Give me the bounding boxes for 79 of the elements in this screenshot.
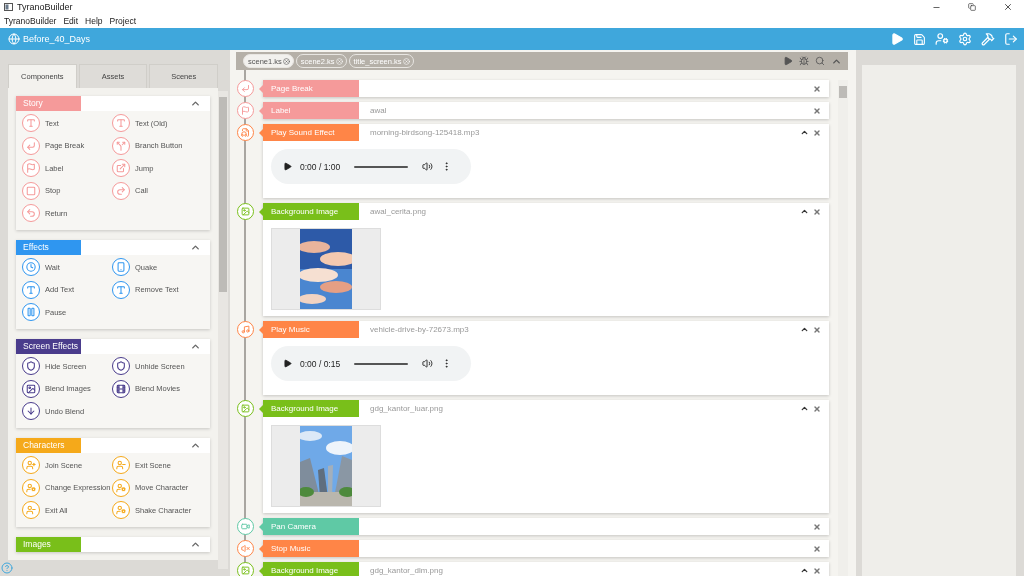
close-icon[interactable] xyxy=(282,57,290,65)
image-icon xyxy=(237,562,254,576)
audio-time: 0:00 / 0:15 xyxy=(300,358,341,369)
flag-icon[interactable] xyxy=(22,159,40,177)
hammer-icon[interactable] xyxy=(981,32,995,46)
seek-bar[interactable] xyxy=(354,362,409,365)
shield-icon[interactable] xyxy=(112,357,130,375)
flag-icon xyxy=(237,102,254,119)
event-value: vehicle-drive-by-72673.mp3 xyxy=(370,325,469,334)
letter-t-icon[interactable] xyxy=(22,114,40,132)
user-cog-icon[interactable] xyxy=(112,501,130,519)
image-icon[interactable] xyxy=(22,379,40,398)
audio-time: 0:00 / 1:00 xyxy=(300,161,341,172)
save-icon[interactable] xyxy=(913,32,926,46)
seek-bar[interactable] xyxy=(354,165,409,168)
export-icon[interactable] xyxy=(1004,32,1018,46)
menu-item[interactable]: Edit xyxy=(63,16,79,26)
app-icon xyxy=(4,3,13,11)
user-plus-icon[interactable] xyxy=(22,456,40,474)
delete-icon[interactable] xyxy=(813,106,821,115)
window-title: TyranoBuilder xyxy=(17,2,74,12)
mute-icon xyxy=(237,540,254,557)
video-camera-icon xyxy=(237,518,254,535)
delete-icon[interactable] xyxy=(813,207,821,216)
restore-icon[interactable] xyxy=(968,3,976,11)
play-icon[interactable] xyxy=(283,162,292,171)
event-value: gdg_kantor_dlm.png xyxy=(370,566,443,575)
image-icon xyxy=(237,400,254,417)
globe-icon xyxy=(8,33,20,45)
image-icon xyxy=(237,203,254,220)
delete-icon[interactable] xyxy=(813,522,821,531)
delete-icon[interactable] xyxy=(813,566,821,575)
menu-item[interactable]: Project xyxy=(109,16,137,26)
clock-icon[interactable] xyxy=(22,258,40,276)
event-value: awal xyxy=(370,106,387,115)
section-title[interactable]: Screen Effects xyxy=(16,339,81,354)
project-name: Before_40_Days xyxy=(23,34,92,44)
music-icon xyxy=(237,321,254,338)
scrollbar[interactable] xyxy=(838,80,848,576)
user-cog-icon[interactable] xyxy=(935,32,949,46)
collapse-icon[interactable] xyxy=(800,207,809,216)
menu-item[interactable]: TyranoBuilder xyxy=(4,16,57,26)
letter-t-icon[interactable] xyxy=(112,280,130,299)
user-cog-icon[interactable] xyxy=(112,478,130,497)
delete-icon[interactable] xyxy=(813,84,821,93)
event-value: awal_cerita.png xyxy=(370,207,427,216)
collapse-icon[interactable] xyxy=(800,325,809,334)
audio-player[interactable]: 0:00 / 1:00 xyxy=(271,149,471,184)
delete-icon[interactable] xyxy=(813,404,821,413)
play-icon[interactable] xyxy=(283,359,292,368)
delete-icon[interactable] xyxy=(813,128,821,137)
bug-icon[interactable] xyxy=(799,56,809,66)
collapse-icon[interactable] xyxy=(800,566,809,575)
close-icon[interactable] xyxy=(1003,2,1013,12)
audio-file-icon xyxy=(237,124,254,141)
menu-item[interactable]: Help xyxy=(85,16,103,26)
pause-icon[interactable] xyxy=(22,303,40,321)
shield-icon[interactable] xyxy=(22,357,40,375)
audio-player[interactable]: 0:00 / 0:15 xyxy=(271,346,471,381)
event-value: morning-birdsong-125418.mp3 xyxy=(370,128,480,137)
letter-t-icon[interactable] xyxy=(22,280,40,299)
user-minus-icon[interactable] xyxy=(22,501,40,519)
film-icon[interactable] xyxy=(112,379,130,398)
event-value: gdg_kantor_luar.png xyxy=(370,404,443,413)
volume-icon[interactable] xyxy=(422,358,434,369)
search-icon[interactable] xyxy=(815,56,825,66)
collapse-icon[interactable] xyxy=(800,128,809,137)
user-cog-icon[interactable] xyxy=(22,478,40,497)
phone-icon[interactable] xyxy=(112,258,130,276)
external-link-icon[interactable] xyxy=(112,159,130,177)
collapse-icon[interactable] xyxy=(800,404,809,413)
letter-t-icon[interactable] xyxy=(112,114,130,132)
volume-icon[interactable] xyxy=(422,161,434,172)
scrollbar[interactable] xyxy=(218,91,228,569)
delete-icon[interactable] xyxy=(813,325,821,334)
settings-icon[interactable] xyxy=(958,32,972,46)
user-minus-icon[interactable] xyxy=(112,456,130,474)
arrow-down-icon[interactable] xyxy=(22,402,40,420)
delete-icon[interactable] xyxy=(813,544,821,553)
